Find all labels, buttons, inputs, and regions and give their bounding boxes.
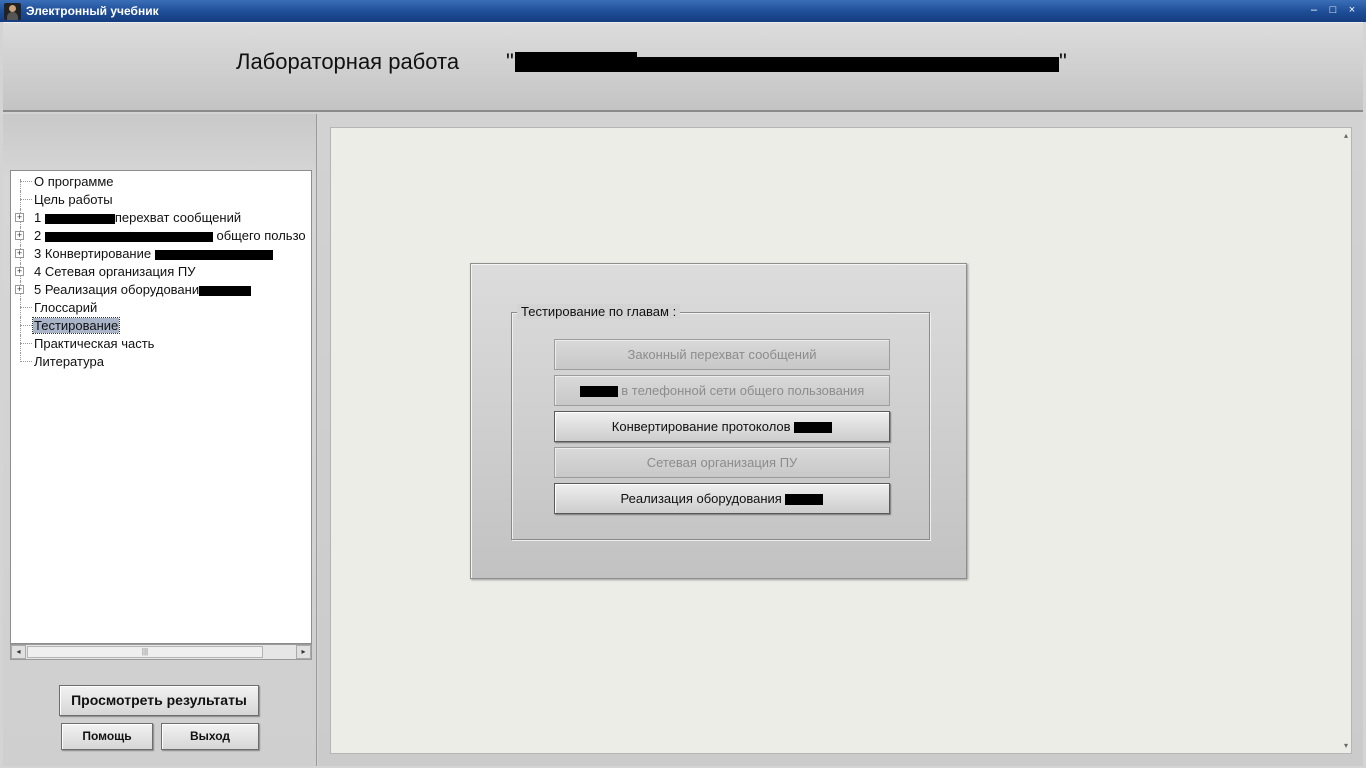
app-icon [4, 3, 21, 20]
tree-item-chapter-4[interactable]: + 4 Сетевая организация ПУ [11, 263, 311, 281]
close-button[interactable]: × [1344, 3, 1360, 19]
tree-item-goal[interactable]: Цель работы [11, 191, 311, 209]
navigation-tree[interactable]: О программе Цель работы + 1 перехват соо… [10, 170, 312, 644]
scroll-left-icon[interactable]: ◂ [11, 645, 26, 659]
horizontal-scrollbar[interactable]: ◂ ||| ▸ [10, 644, 312, 660]
title-bar: Электронный учебник – □ × [0, 0, 1366, 22]
tree-item-chapter-2[interactable]: + 2 общего пользо [11, 227, 311, 245]
tree-item-about[interactable]: О программе [11, 173, 311, 191]
tree-item-literature[interactable]: Литература [11, 353, 311, 371]
scroll-right-icon[interactable]: ▸ [296, 645, 311, 659]
chapter-test-button-1: Законный перехват сообщений [554, 339, 890, 370]
group-title: Тестирование по главам : [517, 304, 681, 319]
view-results-button[interactable]: Просмотреть результаты [59, 685, 259, 716]
left-panel: О программе Цель работы + 1 перехват соо… [3, 114, 317, 766]
right-panel: ▴ ▾ Тестирование по главам : Законный пе… [318, 114, 1363, 766]
chapter-test-button-5[interactable]: Реализация оборудования [554, 483, 890, 514]
expand-icon[interactable]: + [15, 285, 24, 294]
chapter-test-button-4: Сетевая организация ПУ [554, 447, 890, 478]
tree-item-chapter-3[interactable]: + 3 Конвертирование [11, 245, 311, 263]
tree-item-chapter-1[interactable]: + 1 перехват сообщений [11, 209, 311, 227]
tree-item-testing[interactable]: Тестирование [11, 317, 311, 335]
title-quote-close: " [1059, 49, 1067, 74]
chapter-test-button-2: в телефонной сети общего пользования [554, 375, 890, 406]
expand-icon[interactable]: + [15, 249, 24, 258]
chapter-test-button-3[interactable]: Конвертирование протоколов [554, 411, 890, 442]
scroll-down-icon[interactable]: ▾ [1344, 741, 1348, 750]
tree-item-glossary[interactable]: Глоссарий [11, 299, 311, 317]
title-quote-open: " [506, 49, 514, 74]
minimize-button[interactable]: – [1306, 3, 1322, 19]
redacted-block [515, 57, 1059, 72]
expand-icon[interactable]: + [15, 231, 24, 240]
expand-icon[interactable]: + [15, 213, 24, 222]
tree-item-practical[interactable]: Практическая часть [11, 335, 311, 353]
exit-button[interactable]: Выход [161, 723, 259, 750]
testing-dialog: Тестирование по главам : Законный перехв… [470, 263, 967, 579]
page-title: Лабораторная работа [236, 49, 460, 74]
window-title: Электронный учебник [26, 4, 159, 18]
maximize-button[interactable]: □ [1325, 3, 1341, 19]
expand-icon[interactable]: + [15, 267, 24, 276]
scroll-up-icon[interactable]: ▴ [1344, 131, 1348, 140]
header: Лабораторная работа " " [3, 22, 1363, 112]
scroll-thumb[interactable]: ||| [27, 646, 263, 658]
help-button[interactable]: Помощь [61, 723, 153, 750]
content-area: ▴ ▾ Тестирование по главам : Законный пе… [330, 127, 1352, 754]
tree-item-chapter-5[interactable]: + 5 Реализация оборудовани [11, 281, 311, 299]
